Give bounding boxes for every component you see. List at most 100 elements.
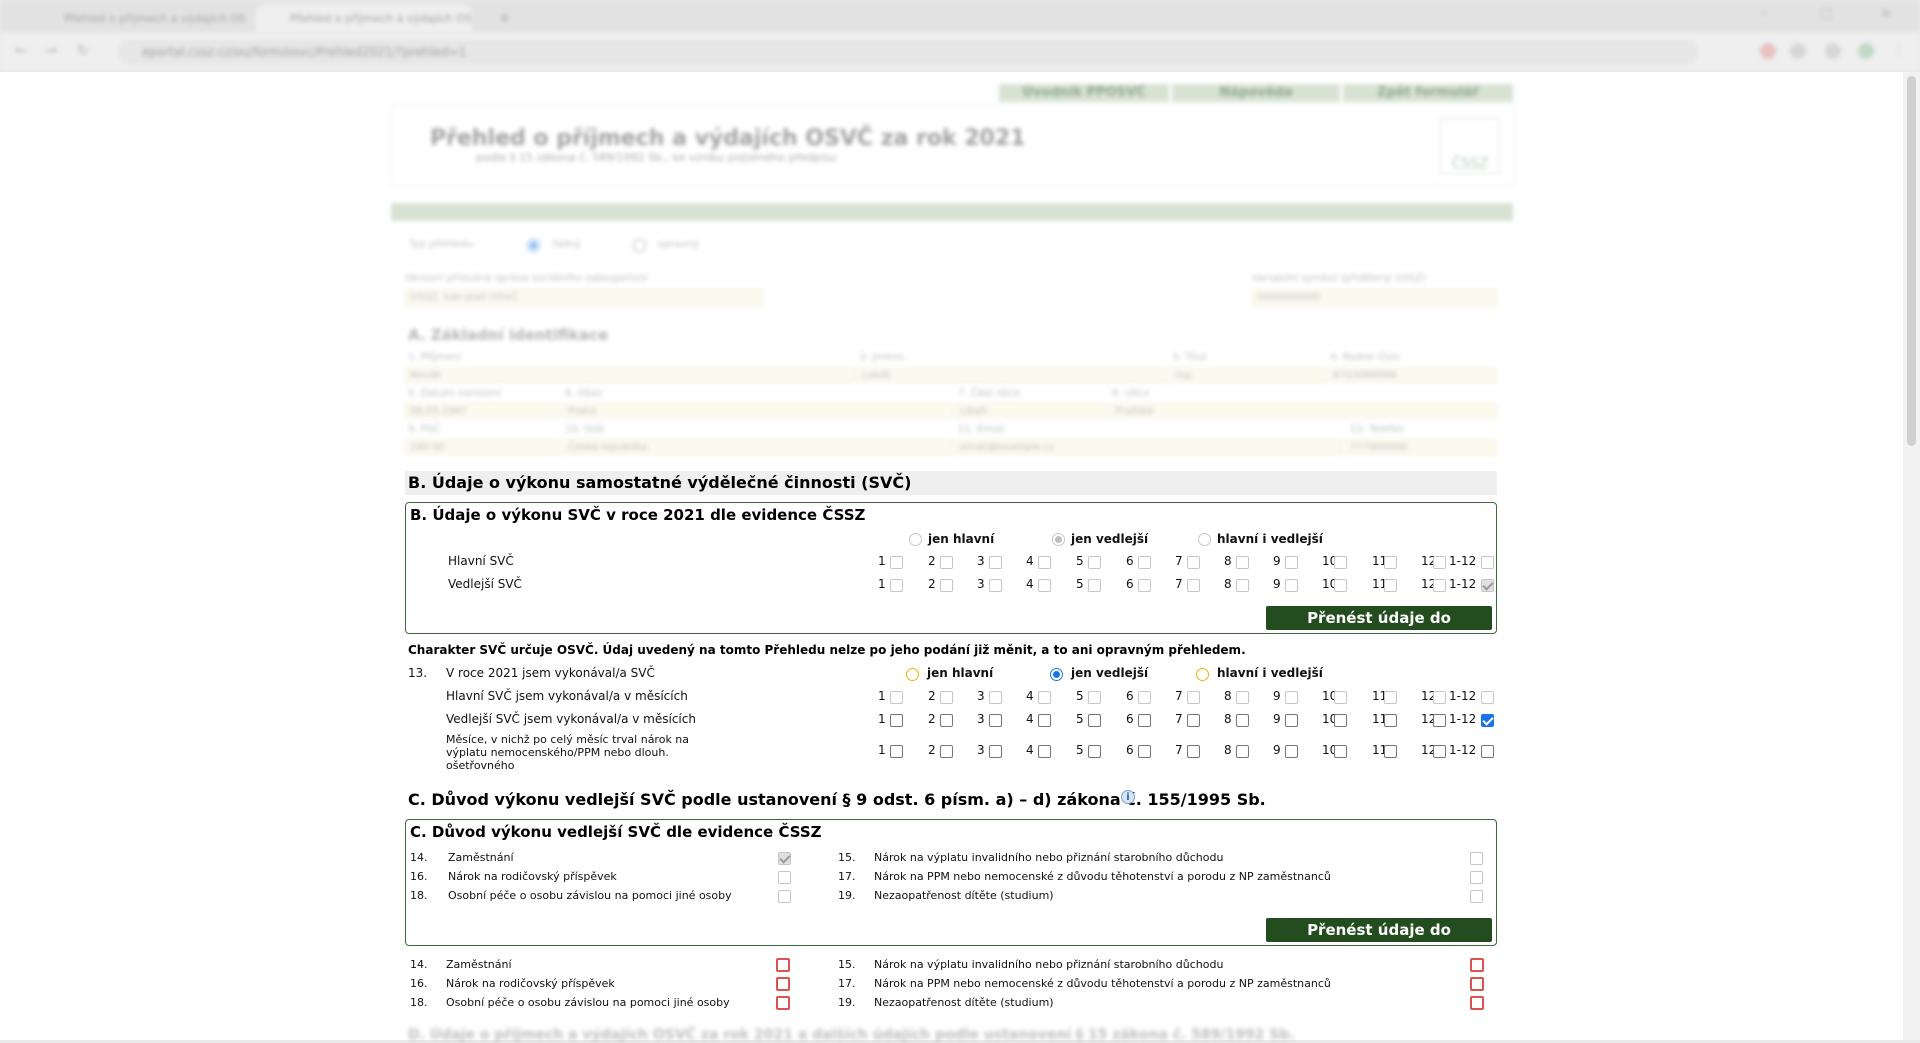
- scrollbar[interactable]: [1903, 72, 1920, 1040]
- evidence-month-checkbox: [1138, 579, 1151, 592]
- citypart-input[interactable]: Libeň: [955, 403, 1108, 419]
- month-checkbox[interactable]: [1088, 714, 1101, 727]
- city-input[interactable]: Praha: [563, 403, 953, 419]
- forward-icon[interactable]: →: [42, 42, 60, 60]
- month-number: 8: [1224, 554, 1232, 568]
- back-icon[interactable]: ←: [12, 42, 30, 60]
- type-radio-corrective[interactable]: [633, 239, 646, 252]
- extension-icon[interactable]: [1790, 43, 1806, 59]
- evidence-reason-checkbox: [778, 852, 791, 865]
- month-checkbox[interactable]: [890, 745, 903, 758]
- vs-input[interactable]: 0000000000: [1252, 289, 1497, 307]
- email-input[interactable]: email@example.cz: [955, 439, 1342, 455]
- evidence-reason-checkbox: [778, 890, 791, 903]
- month-checkbox[interactable]: [1433, 745, 1446, 758]
- browser-tab-active[interactable]: Přehled o příjmech a výdajích OSVČ: [256, 4, 472, 33]
- zip-input[interactable]: 180 00: [405, 439, 560, 455]
- back-to-form-button[interactable]: Zpět formulář: [1343, 84, 1513, 102]
- month-number: 8: [1224, 743, 1232, 757]
- reason-checkbox[interactable]: [1470, 977, 1484, 991]
- country-select[interactable]: Česká republika: [563, 439, 953, 455]
- phone-input[interactable]: 777000000: [1345, 439, 1497, 455]
- reason-checkbox[interactable]: [776, 977, 790, 991]
- svc-radio-jen-vedlejsi[interactable]: [1050, 668, 1063, 681]
- month-number: 3: [977, 554, 985, 568]
- new-tab-icon[interactable]: +: [498, 8, 511, 27]
- month-checkbox[interactable]: [1334, 745, 1347, 758]
- month-checkbox[interactable]: [1285, 714, 1298, 727]
- month-checkbox[interactable]: [1236, 714, 1249, 727]
- month-checkbox[interactable]: [1187, 745, 1200, 758]
- month-checkbox[interactable]: [1285, 745, 1298, 758]
- month-number: 4: [1026, 577, 1034, 591]
- reason-number: 17.: [838, 870, 856, 883]
- month-checkbox[interactable]: [940, 745, 953, 758]
- month-checkbox[interactable]: [1384, 745, 1397, 758]
- evidence-month-checkbox: [1236, 556, 1249, 569]
- svc-radio-hlavni-i-vedlejsi[interactable]: [1196, 668, 1209, 681]
- extension-icon[interactable]: [1825, 43, 1841, 59]
- url-input[interactable]: eportal.cssz.cz/ou/form/osvc/Prehled2021…: [118, 40, 1698, 64]
- month-checkbox[interactable]: [1481, 745, 1494, 758]
- month-number: 3: [977, 712, 985, 726]
- type-opt1-label: řádný: [552, 239, 581, 250]
- title-input[interactable]: Ing.: [1170, 367, 1325, 383]
- month-checkbox[interactable]: [1433, 714, 1446, 727]
- month-checkbox[interactable]: [989, 745, 1002, 758]
- transfer-button-c[interactable]: Přenést údaje do formuláře: [1266, 918, 1492, 963]
- type-radio-regular[interactable]: [527, 239, 540, 252]
- month-number: 9: [1273, 577, 1281, 591]
- month-checkbox[interactable]: [1038, 714, 1051, 727]
- street-input[interactable]: Pražská: [1110, 403, 1497, 419]
- month-checkbox[interactable]: [940, 714, 953, 727]
- menu-icon[interactable]: ⋮: [1893, 43, 1905, 57]
- reason-checkbox[interactable]: [1470, 958, 1484, 972]
- month-checkbox[interactable]: [1187, 714, 1200, 727]
- birthdate-input[interactable]: 08.03.1987: [405, 403, 560, 419]
- field-label: 12. Telefon: [1350, 424, 1405, 435]
- month-number: 6: [1126, 743, 1134, 757]
- extension-icon[interactable]: [1760, 43, 1776, 59]
- district-label: Okresní příslušná správa sociálního zabe…: [405, 273, 648, 284]
- month-checkbox[interactable]: [989, 714, 1002, 727]
- reload-icon[interactable]: ↻: [74, 42, 92, 60]
- district-select[interactable]: OSSZ, kde platí OSVČ: [405, 289, 763, 307]
- month-number: 8: [1224, 712, 1232, 726]
- surname-input[interactable]: Novák: [405, 367, 855, 383]
- month-checkbox[interactable]: [1334, 714, 1347, 727]
- month-checkbox[interactable]: [1384, 714, 1397, 727]
- reason-checkbox[interactable]: [776, 958, 790, 972]
- month-number: 4: [1026, 743, 1034, 757]
- evidence-month-checkbox: [1236, 579, 1249, 592]
- transfer-button-b[interactable]: Přenést údaje do formuláře: [1266, 606, 1492, 651]
- month-checkbox[interactable]: [1481, 714, 1494, 727]
- browser-tab[interactable]: Přehled o příjmech a výdajích OSVČ: [30, 4, 246, 33]
- month-number: 1-12: [1449, 712, 1477, 726]
- month-checkbox[interactable]: [890, 714, 903, 727]
- reason-checkbox[interactable]: [1470, 996, 1484, 1010]
- field-value: 08.03.1987: [410, 406, 468, 417]
- month-checkbox[interactable]: [1236, 745, 1249, 758]
- profile-avatar[interactable]: [1858, 43, 1874, 59]
- district-value: OSSZ, kde platí OSVČ: [410, 292, 519, 303]
- month-checkbox[interactable]: [1138, 745, 1151, 758]
- help-button[interactable]: Nápověda: [1172, 84, 1340, 102]
- info-icon[interactable]: i: [1121, 790, 1135, 804]
- home-button[interactable]: Úvodník PPOSVČ: [999, 84, 1169, 102]
- month-number: 5: [1076, 577, 1084, 591]
- month-checkbox[interactable]: [1038, 745, 1051, 758]
- birthnumber-input[interactable]: 8703088998: [1328, 367, 1497, 383]
- close-window-icon[interactable]: ✕: [1880, 6, 1892, 22]
- type-opt2-label: opravný: [658, 239, 699, 250]
- firstname-input[interactable]: Lukáš: [857, 367, 1167, 383]
- month-number: 4: [1026, 689, 1034, 703]
- month-checkbox[interactable]: [1088, 745, 1101, 758]
- field-label: 5. Datum narození: [408, 388, 501, 399]
- scrollbar-thumb[interactable]: [1907, 76, 1916, 446]
- evidence-reason-checkbox: [1470, 871, 1483, 884]
- svc-radio-jen-hlavni[interactable]: [906, 668, 919, 681]
- month-checkbox[interactable]: [1138, 714, 1151, 727]
- minimize-icon[interactable]: –: [1760, 6, 1767, 22]
- reason-checkbox[interactable]: [776, 996, 790, 1010]
- maximize-icon[interactable]: □: [1820, 6, 1832, 21]
